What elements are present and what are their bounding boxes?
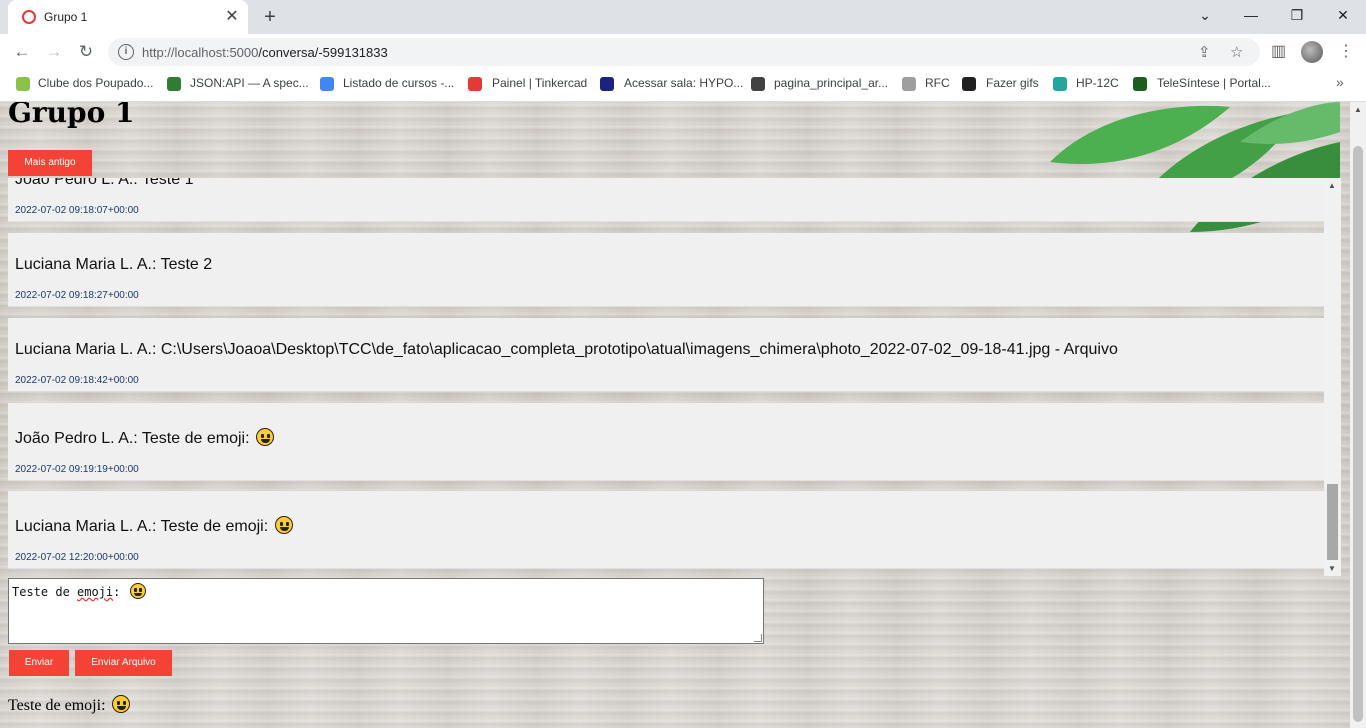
bookmark-item[interactable]: RFC — [925, 76, 950, 90]
message-time: 2022-07-02 09:18:07+00:00 — [15, 205, 139, 216]
message-item: Luciana Maria L. A.: C:\Users\Joaoa\Desk… — [8, 318, 1324, 392]
forward-icon[interactable]: → — [41, 39, 67, 65]
back-icon[interactable]: ← — [9, 39, 35, 65]
message-time: 2022-07-02 09:18:27+00:00 — [15, 290, 139, 301]
more-bookmarks-icon[interactable]: » — [1336, 74, 1344, 90]
profile-avatar[interactable] — [1301, 41, 1323, 63]
tab-title: Grupo 1 — [44, 10, 88, 24]
tab-active[interactable]: Grupo 1 ✕ — [8, 0, 248, 34]
message-body: João Pedro L. A.: Teste de emoji: — [15, 430, 250, 447]
minimize-icon[interactable]: — — [1228, 0, 1274, 30]
message-time: 2022-07-02 12:20:00+00:00 — [15, 552, 139, 563]
new-tab-icon[interactable]: + — [258, 5, 282, 29]
page-content: Grupo 1 Mais antigo João Pedro L. A.: Te… — [0, 102, 1350, 728]
smiley-emoji-icon — [111, 695, 130, 713]
message-input-value[interactable]: Teste de emoji: — [12, 583, 146, 599]
composer-prefix: Teste de — [12, 585, 78, 599]
send-file-button[interactable]: Enviar Arquivo — [75, 650, 172, 676]
reload-icon[interactable]: ↻ — [73, 39, 99, 65]
bookmark-item[interactable]: Clube dos Poupado... — [38, 76, 153, 90]
bookmark-star-icon[interactable]: ☆ — [1230, 43, 1243, 61]
messages-scroll-thumb[interactable] — [1327, 484, 1338, 560]
bookmark-item[interactable]: TeleSíntese | Portal... — [1157, 76, 1271, 90]
bookmark-icon — [902, 77, 916, 91]
message-input[interactable]: Teste de emoji: — [8, 578, 764, 644]
bookmarks-bar: Clube dos Poupado... JSON:API — A spec..… — [0, 70, 1366, 98]
address-bar[interactable]: i http://localhost:5000/conversa/-599131… — [108, 38, 1260, 66]
bookmark-item[interactable]: Painel | Tinkercad — [492, 76, 587, 90]
message-item: Luciana Maria L. A.: Teste 2 2022-07-02 … — [8, 233, 1324, 307]
composer-suffix: : — [113, 585, 121, 599]
message-item: João Pedro L. A.: Teste de emoji: 2022-0… — [8, 403, 1324, 481]
page-scrollbar[interactable]: ▲ — [1350, 102, 1366, 728]
preview-text: Teste de emoji: — [8, 697, 106, 714]
bookmark-icon — [1133, 77, 1147, 91]
message-text: Luciana Maria L. A.: Teste 2 — [15, 256, 213, 273]
restore-icon[interactable]: ❐ — [1274, 0, 1320, 30]
bookmark-item[interactable]: JSON:API — A spec... — [190, 76, 309, 90]
bookmark-item[interactable]: Listado de cursos -... — [343, 76, 454, 90]
scroll-up-icon[interactable]: ▲ — [1328, 181, 1336, 190]
composer-word: emoji — [77, 585, 114, 599]
window-close-icon[interactable]: ✕ — [1320, 0, 1366, 30]
url-host: http://localhost:5000 — [142, 45, 259, 60]
scroll-down-icon[interactable]: ▼ — [1328, 564, 1336, 573]
message-preview: Teste de emoji: — [8, 695, 130, 715]
bookmark-item[interactable]: pagina_principal_ar... — [774, 76, 888, 90]
smiley-emoji-icon — [129, 583, 146, 599]
bookmark-icon — [468, 77, 482, 91]
side-panel-icon[interactable]: ▥ — [1271, 41, 1286, 61]
page-scroll-thumb[interactable] — [1353, 146, 1363, 722]
tab-strip: Grupo 1 ✕ + ⌄ — ❐ ✕ — [0, 0, 1366, 34]
messages-scrollbar[interactable]: ▲ ▼ — [1324, 178, 1341, 576]
older-messages-button[interactable]: Mais antigo — [8, 150, 92, 176]
message-body: Luciana Maria L. A.: Teste de emoji: — [15, 518, 269, 535]
page-title: Grupo 1 — [8, 102, 135, 129]
message-text: Luciana Maria L. A.: Teste de emoji: — [15, 516, 293, 536]
message-time: 2022-07-02 09:19:19+00:00 — [15, 464, 139, 475]
resize-handle-icon[interactable] — [754, 634, 762, 642]
url-path: /conversa/-599131833 — [258, 45, 388, 60]
message-item: Luciana Maria L. A.: Teste de emoji: 202… — [8, 491, 1324, 569]
browser-toolbar: ← → ↻ i http://localhost:5000/conversa/-… — [0, 34, 1366, 70]
bookmark-icon — [167, 77, 181, 91]
bookmark-item[interactable]: HP-12C — [1076, 76, 1119, 90]
bookmark-icon — [962, 77, 976, 91]
address-url[interactable]: http://localhost:5000/conversa/-59913183… — [142, 45, 388, 60]
message-text: João Pedro L. A.: Teste de emoji: — [15, 428, 274, 448]
message-text: João Pedro L. A.: Teste 1 — [15, 178, 194, 188]
message-time: 2022-07-02 09:18:42+00:00 — [15, 375, 139, 386]
message-item: João Pedro L. A.: Teste 1 2022-07-02 09:… — [8, 178, 1324, 222]
page-scroll-up-icon[interactable]: ▲ — [1354, 105, 1362, 114]
message-text: Luciana Maria L. A.: C:\Users\Joaoa\Desk… — [15, 341, 1118, 358]
bookmark-icon — [320, 77, 334, 91]
bookmark-icon — [600, 77, 614, 91]
site-info-icon[interactable]: i — [118, 44, 134, 60]
bookmark-icon — [751, 77, 765, 91]
menu-icon[interactable]: ⋮ — [1338, 41, 1354, 61]
bookmark-icon — [16, 77, 30, 91]
messages-list[interactable]: João Pedro L. A.: Teste 1 2022-07-02 09:… — [8, 178, 1341, 576]
bookmark-item[interactable]: Acessar sala: HYPO... — [624, 76, 743, 90]
share-icon[interactable]: ⇪ — [1198, 43, 1211, 61]
tab-close-icon[interactable]: ✕ — [222, 7, 242, 27]
smiley-emoji-icon — [255, 428, 274, 446]
send-button[interactable]: Enviar — [9, 650, 69, 676]
smiley-emoji-icon — [274, 516, 293, 534]
site-favicon-icon — [22, 10, 36, 24]
bookmark-icon — [1053, 77, 1067, 91]
bookmark-item[interactable]: Fazer gifs — [986, 76, 1039, 90]
tab-search-icon[interactable]: ⌄ — [1182, 0, 1228, 30]
